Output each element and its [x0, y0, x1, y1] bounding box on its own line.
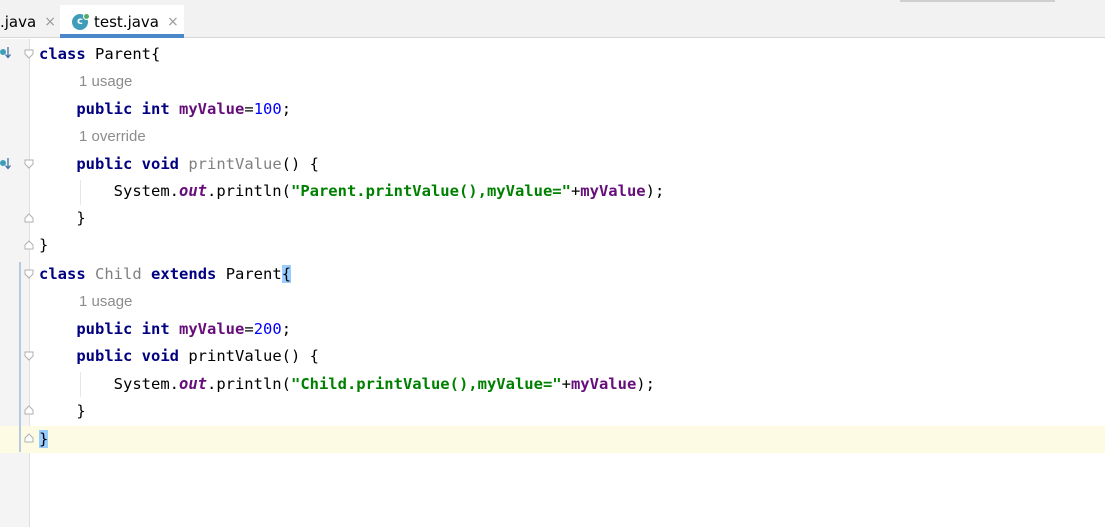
code-text: ); — [636, 375, 655, 393]
code-text: ); — [645, 182, 665, 200]
static-field: out — [178, 375, 207, 393]
code-line[interactable]: System.out.println("Parent.printValue(),… — [39, 178, 665, 205]
keyword: public — [76, 347, 133, 365]
method-name: printValue — [188, 155, 282, 173]
editor-gutter[interactable] — [0, 39, 30, 527]
code-text: () { — [281, 155, 319, 173]
tab-other-java[interactable]: .java × — [0, 5, 58, 38]
field-name: myValue — [570, 375, 637, 393]
code-line[interactable]: public int myValue=200; — [39, 316, 291, 343]
keyword: void — [141, 347, 179, 365]
current-line-highlight — [0, 426, 1105, 453]
java-class-icon: c — [72, 12, 90, 30]
fold-end-icon[interactable] — [24, 240, 34, 250]
static-field: out — [178, 182, 207, 200]
number-literal: 200 — [253, 320, 282, 338]
fold-expanded-icon[interactable] — [24, 269, 34, 279]
code-line[interactable]: class Parent{ — [39, 41, 160, 68]
code-text: .println( — [206, 375, 291, 393]
active-tab-indicator — [60, 34, 184, 38]
overridden-by-icon[interactable] — [0, 157, 12, 171]
keyword: int — [141, 100, 170, 118]
toolbar-strip — [900, 0, 1055, 2]
code-text: } — [76, 209, 86, 227]
scope-indicator — [19, 262, 21, 452]
string-literal: "Child.printValue(),myValue=" — [290, 375, 562, 393]
code-line[interactable]: public void printValue() { — [39, 343, 319, 370]
field-name: myValue — [179, 320, 245, 338]
number-literal: 100 — [253, 100, 282, 118]
code-line[interactable]: public int myValue=100; — [39, 96, 291, 123]
keyword: int — [141, 320, 170, 338]
code-text: printValue() { — [179, 347, 319, 365]
tab-label: .java — [0, 12, 37, 31]
code-text: = — [244, 320, 254, 338]
fold-expanded-icon[interactable] — [24, 159, 34, 169]
string-literal: "Parent.printValue(),myValue=" — [290, 182, 571, 200]
matched-brace: { — [281, 265, 292, 283]
close-icon[interactable]: × — [167, 14, 179, 30]
code-text: + — [570, 182, 581, 200]
fold-end-icon[interactable] — [24, 213, 34, 223]
keyword: extends — [151, 265, 217, 283]
code-text: } — [76, 402, 86, 420]
field-name: myValue — [179, 100, 245, 118]
code-text: System. — [113, 182, 179, 200]
code-text: = — [244, 100, 254, 118]
code-text: Parent — [216, 265, 282, 283]
tab-test-java[interactable]: c test.java × — [60, 5, 184, 38]
code-text: Parent{ — [85, 45, 161, 63]
keyword: void — [141, 155, 179, 173]
fold-end-icon[interactable] — [24, 405, 34, 415]
keyword: public — [76, 155, 133, 173]
usage-hint[interactable]: 1 usage — [79, 68, 132, 95]
editor-tab-bar: .java × c test.java × — [0, 0, 1105, 38]
code-text: ; — [281, 100, 292, 118]
keyword: class — [39, 45, 86, 63]
fold-expanded-icon[interactable] — [24, 49, 34, 59]
fold-expanded-icon[interactable] — [24, 351, 34, 361]
implemented-by-icon[interactable] — [0, 46, 12, 60]
code-line[interactable]: public void printValue() { — [39, 151, 319, 178]
code-line[interactable]: } — [39, 398, 86, 425]
code-line[interactable]: } — [39, 205, 86, 232]
code-line[interactable]: } — [39, 232, 48, 259]
keyword: public — [76, 100, 133, 118]
code-text: System. — [113, 375, 179, 393]
fold-end-icon[interactable] — [24, 433, 34, 443]
keyword: public — [76, 320, 133, 338]
matched-brace: } — [39, 430, 49, 448]
field-name: myValue — [580, 182, 646, 200]
override-hint[interactable]: 1 override — [79, 123, 146, 150]
tab-label: test.java — [94, 12, 160, 31]
code-line[interactable]: System.out.println("Child.printValue(),m… — [39, 371, 655, 398]
code-text: ; — [281, 320, 292, 338]
class-name: Child — [95, 265, 142, 283]
code-text: + — [561, 375, 571, 393]
close-icon[interactable]: × — [44, 14, 56, 30]
code-text: } — [39, 236, 49, 254]
keyword: class — [39, 265, 86, 283]
usage-hint[interactable]: 1 usage — [79, 288, 132, 315]
code-line[interactable]: class Child extends Parent{ — [39, 261, 292, 288]
code-line-current[interactable]: } — [39, 426, 49, 453]
code-text: .println( — [206, 182, 291, 200]
